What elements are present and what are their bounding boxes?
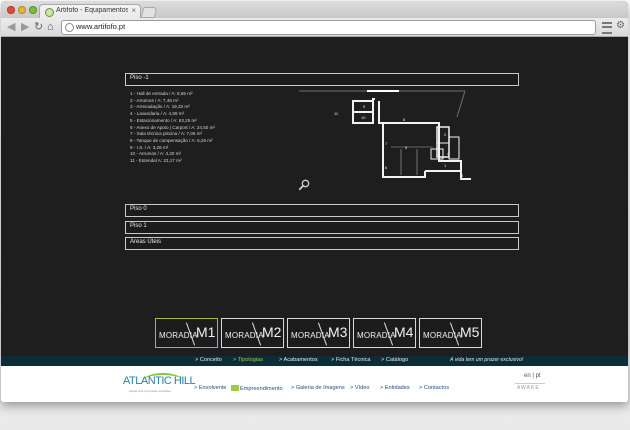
floor-accordion-piso-1[interactable]: Piso 1 xyxy=(125,221,519,234)
maximize-window-button[interactable] xyxy=(29,6,37,14)
tab-title: Artifofo - Equipamentos ... xyxy=(56,7,128,14)
room-item: 2 - Arrumos / A: 7,46 m² xyxy=(130,97,179,103)
model-number: M1 xyxy=(196,324,216,340)
footer-divider xyxy=(515,383,545,384)
title-bar: Artifofo - Equipamentos ... × xyxy=(1,1,628,19)
browser-toolbar: ◀ ▶ ↻ ⌂ www.artifofo.pt ⚙ xyxy=(1,18,628,37)
floor-title: Piso 1 xyxy=(130,223,147,229)
plan-label-10: 10 xyxy=(361,115,366,120)
room-item: 5 - Estacionamento / A: 63,25 m² xyxy=(130,117,197,123)
floor-accordion-piso-0[interactable]: Piso 0 xyxy=(125,204,519,217)
url-text[interactable]: www.artifofo.pt xyxy=(76,22,125,31)
plan-label-6: 6 xyxy=(385,165,388,170)
forward-arrow-icon[interactable]: ▶ xyxy=(21,20,29,34)
room-item: 9 - I.S. / A: 3,26 m² xyxy=(130,144,169,150)
floor-title: Piso 0 xyxy=(130,206,147,212)
home-icon[interactable]: ⌂ xyxy=(47,20,54,34)
model-button-m3[interactable]: MORADIA M3 xyxy=(287,318,350,348)
page-content: Piso -1 1 - Hall de entrada / A: 8,65 m²… xyxy=(1,37,628,402)
plan-label-5: 5 xyxy=(405,145,408,150)
tagline: A vida tem um prazer exclusivo! xyxy=(450,357,524,363)
room-item: 10 - Arrumos / A: 4,20 m² xyxy=(130,151,182,157)
extensions-icon[interactable] xyxy=(602,22,612,34)
browser-tab[interactable]: Artifofo - Equipamentos ... × xyxy=(39,4,141,19)
reload-icon[interactable]: ↻ xyxy=(34,20,43,34)
logo-subtitle: prazer tem um prazer exclusivo xyxy=(129,389,171,393)
search-zoom-icon[interactable] xyxy=(298,179,310,191)
plan-label-11: 11 xyxy=(334,111,339,116)
site-footer: ATLANTIC HILL prazer tem um prazer exclu… xyxy=(1,366,628,402)
model-button-m5[interactable]: MORADIA M5 xyxy=(419,318,482,348)
subnav-acabamentos[interactable]: > Acabamentos xyxy=(279,357,318,363)
subnav-catalogo[interactable]: > Catálogo xyxy=(381,357,408,363)
globe-icon xyxy=(65,23,74,32)
plan-label-9: 9 xyxy=(363,104,366,109)
nav-video[interactable]: > Vídeo xyxy=(350,385,369,391)
active-marker-icon xyxy=(231,385,239,391)
floor-title: Piso -1 xyxy=(130,75,149,81)
floor-title: Áreas Úteis xyxy=(130,239,162,245)
subnav-tipologias[interactable]: > Tipologias xyxy=(233,357,263,363)
site-logo[interactable]: ATLANTIC HILL prazer tem um prazer exclu… xyxy=(123,371,196,399)
room-item: 4 - Lavandaria / A: 4,68 m² xyxy=(130,111,185,117)
room-item: 3 - Arrecadação / A: 19,33 m² xyxy=(130,104,190,110)
plan-label-3: 3 xyxy=(461,173,464,178)
room-item: 8 - Tanque de compensação / A: 6,26 m² xyxy=(130,137,213,143)
plan-label-8: 8 xyxy=(403,117,406,122)
room-item: 11 - Estendal A: 23,17 m² xyxy=(130,158,182,164)
agency-credit[interactable]: AWAKE xyxy=(517,385,540,391)
model-button-m4[interactable]: MORADIA M4 xyxy=(353,318,416,348)
plan-label-1: 1 xyxy=(444,163,447,168)
nav-contactos[interactable]: > Contactos xyxy=(419,385,449,391)
address-bar[interactable]: www.artifofo.pt xyxy=(61,20,596,35)
room-list: 1 - Hall de entrada / A: 8,65 m² 2 - Arr… xyxy=(130,91,215,165)
minimize-window-button[interactable] xyxy=(18,6,26,14)
wrench-icon[interactable]: ⚙ xyxy=(616,20,625,31)
floor-plan: 11 9 10 8 7 6 5 2 4 1 3 xyxy=(299,90,471,180)
nav-entidades[interactable]: > Entidades xyxy=(380,385,410,391)
browser-window: Artifofo - Equipamentos ... × ◀ ▶ ↻ ⌂ ww… xyxy=(1,1,628,402)
room-item: 7 - Sala técnica piscina / A: 7,06 m² xyxy=(130,131,203,137)
subnav-conceito[interactable]: > Conceito xyxy=(195,357,222,363)
back-arrow-icon[interactable]: ◀ xyxy=(7,20,15,34)
room-item: 1 - Hall de entrada / A: 8,65 m² xyxy=(130,91,193,96)
close-window-button[interactable] xyxy=(7,6,15,14)
model-number: M4 xyxy=(394,324,414,340)
nav-envolvente[interactable]: > Envolvente xyxy=(194,385,227,391)
nav-galeria[interactable]: > Galeria de Imagens xyxy=(291,385,345,391)
model-number: M5 xyxy=(460,324,480,340)
plan-label-2: 2 xyxy=(444,132,447,137)
section-subnav: > Conceito > Tipologias > Acabamentos > … xyxy=(1,356,628,366)
model-button-m1[interactable]: MORADIA M1 xyxy=(155,318,218,348)
favicon-icon xyxy=(45,8,54,17)
subnav-ficha-tecnica[interactable]: > Ficha Técnica xyxy=(331,357,371,363)
floor-accordion-piso-minus1[interactable]: Piso -1 xyxy=(125,73,519,86)
model-button-m2[interactable]: MORADIA M2 xyxy=(221,318,284,348)
language-switch[interactable]: en | pt xyxy=(524,373,541,379)
model-number: M2 xyxy=(262,324,282,340)
floor-accordion-areas-uteis[interactable]: Áreas Úteis xyxy=(125,237,519,250)
room-item: 6 - Anexo de Apoio | Carport / A: 24,50 … xyxy=(130,124,215,130)
nav-empreendimento[interactable]: Empreendimento xyxy=(231,385,283,392)
plan-label-7: 7 xyxy=(385,141,388,146)
logo-text: ATLANTIC HILL xyxy=(123,375,196,387)
model-number: M3 xyxy=(328,324,348,340)
new-tab-button[interactable] xyxy=(140,7,158,18)
tab-close-icon[interactable]: × xyxy=(131,6,136,15)
nav-empreendimento-label: Empreendimento xyxy=(240,386,283,392)
